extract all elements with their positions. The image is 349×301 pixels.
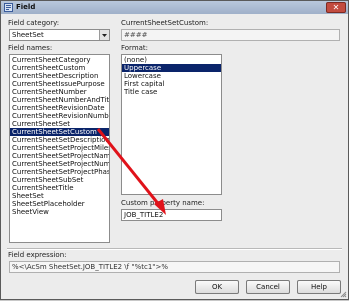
sample-value-box: #### [121, 29, 340, 41]
format-item[interactable]: Uppercase [122, 64, 221, 72]
sample-value: #### [124, 31, 148, 39]
field-name-item[interactable]: CurrentSheetNumber [10, 88, 109, 96]
separator [7, 248, 342, 250]
field-dialog: Field ✕ Field category: SheetSet Field n… [0, 0, 349, 300]
field-name-item[interactable]: CurrentSheetSetCustom [10, 128, 109, 136]
format-label: Format: [121, 44, 149, 52]
field-name-item[interactable]: SheetSet [10, 192, 109, 200]
field-names-label: Field names: [8, 44, 53, 52]
field-name-item[interactable]: CurrentSheetCustom [10, 64, 109, 72]
chevron-down-icon [102, 34, 107, 37]
field-name-item[interactable]: CurrentSheetRevisionNumber [10, 112, 109, 120]
close-button[interactable]: ✕ [326, 2, 346, 13]
field-name-item[interactable]: CurrentSheetRevisionDate [10, 104, 109, 112]
custom-property-value: JOB_TITLE2 [124, 211, 164, 219]
field-name-item[interactable]: CurrentSheetDescription [10, 72, 109, 80]
field-name-item[interactable]: CurrentSheetSetProjectMilestone [10, 144, 109, 152]
cancel-button[interactable]: Cancel [246, 280, 290, 294]
field-expression-box: %<\AcSm SheetSet.JOB_TITLE2 \f "%tc1">% [9, 261, 340, 273]
field-name-item[interactable]: SheetView [10, 208, 109, 216]
app-icon [4, 3, 13, 12]
field-name-item[interactable]: CurrentSheetNumberAndTitle [10, 96, 109, 104]
field-name-item[interactable]: CurrentSheetSetProjectNumber [10, 160, 109, 168]
format-item[interactable]: First capital [122, 80, 221, 88]
format-item[interactable]: (none) [122, 56, 221, 64]
field-names-list[interactable]: CurrentSheetCategory CurrentSheetCustom Cu… [9, 54, 110, 243]
custom-property-label: Custom property name: [121, 199, 205, 207]
format-item[interactable]: Lowercase [122, 72, 221, 80]
field-name-item[interactable]: CurrentSheetSetDescription [10, 136, 109, 144]
custom-field-label: CurrentSheetSetCustom: [121, 19, 209, 27]
title-bar: Field ✕ [1, 1, 348, 14]
field-name-item[interactable]: CurrentSheetSetProjectName [10, 152, 109, 160]
field-name-item[interactable]: SheetSetPlaceholder [10, 200, 109, 208]
ok-button[interactable]: OK [195, 280, 239, 294]
field-name-item[interactable]: CurrentSheetIssuePurpose [10, 80, 109, 88]
help-button[interactable]: Help [297, 280, 341, 294]
field-name-item[interactable]: CurrentSheetSubSet [10, 176, 109, 184]
field-name-item[interactable]: CurrentSheetSet [10, 120, 109, 128]
field-name-item[interactable]: CurrentSheetSetProjectPhase [10, 168, 109, 176]
field-category-select[interactable]: SheetSet [9, 29, 110, 41]
format-item[interactable]: Title case [122, 88, 221, 96]
field-category-label: Field category: [8, 19, 60, 27]
custom-property-input[interactable]: JOB_TITLE2 [121, 209, 222, 221]
field-name-item[interactable]: CurrentSheetTitle [10, 184, 109, 192]
dropdown-button[interactable] [99, 30, 109, 40]
field-name-item[interactable]: CurrentSheetCategory [10, 56, 109, 64]
close-icon: ✕ [332, 3, 340, 12]
format-list[interactable]: (none) Uppercase Lowercase First capital Tit… [121, 54, 222, 195]
field-category-value: SheetSet [12, 31, 44, 39]
field-expression-label: Field expression: [8, 251, 67, 259]
field-expression-value: %<\AcSm SheetSet.JOB_TITLE2 \f "%tc1">% [12, 263, 169, 271]
window-title: Field [16, 3, 36, 11]
resize-grip-icon[interactable] [340, 291, 347, 298]
